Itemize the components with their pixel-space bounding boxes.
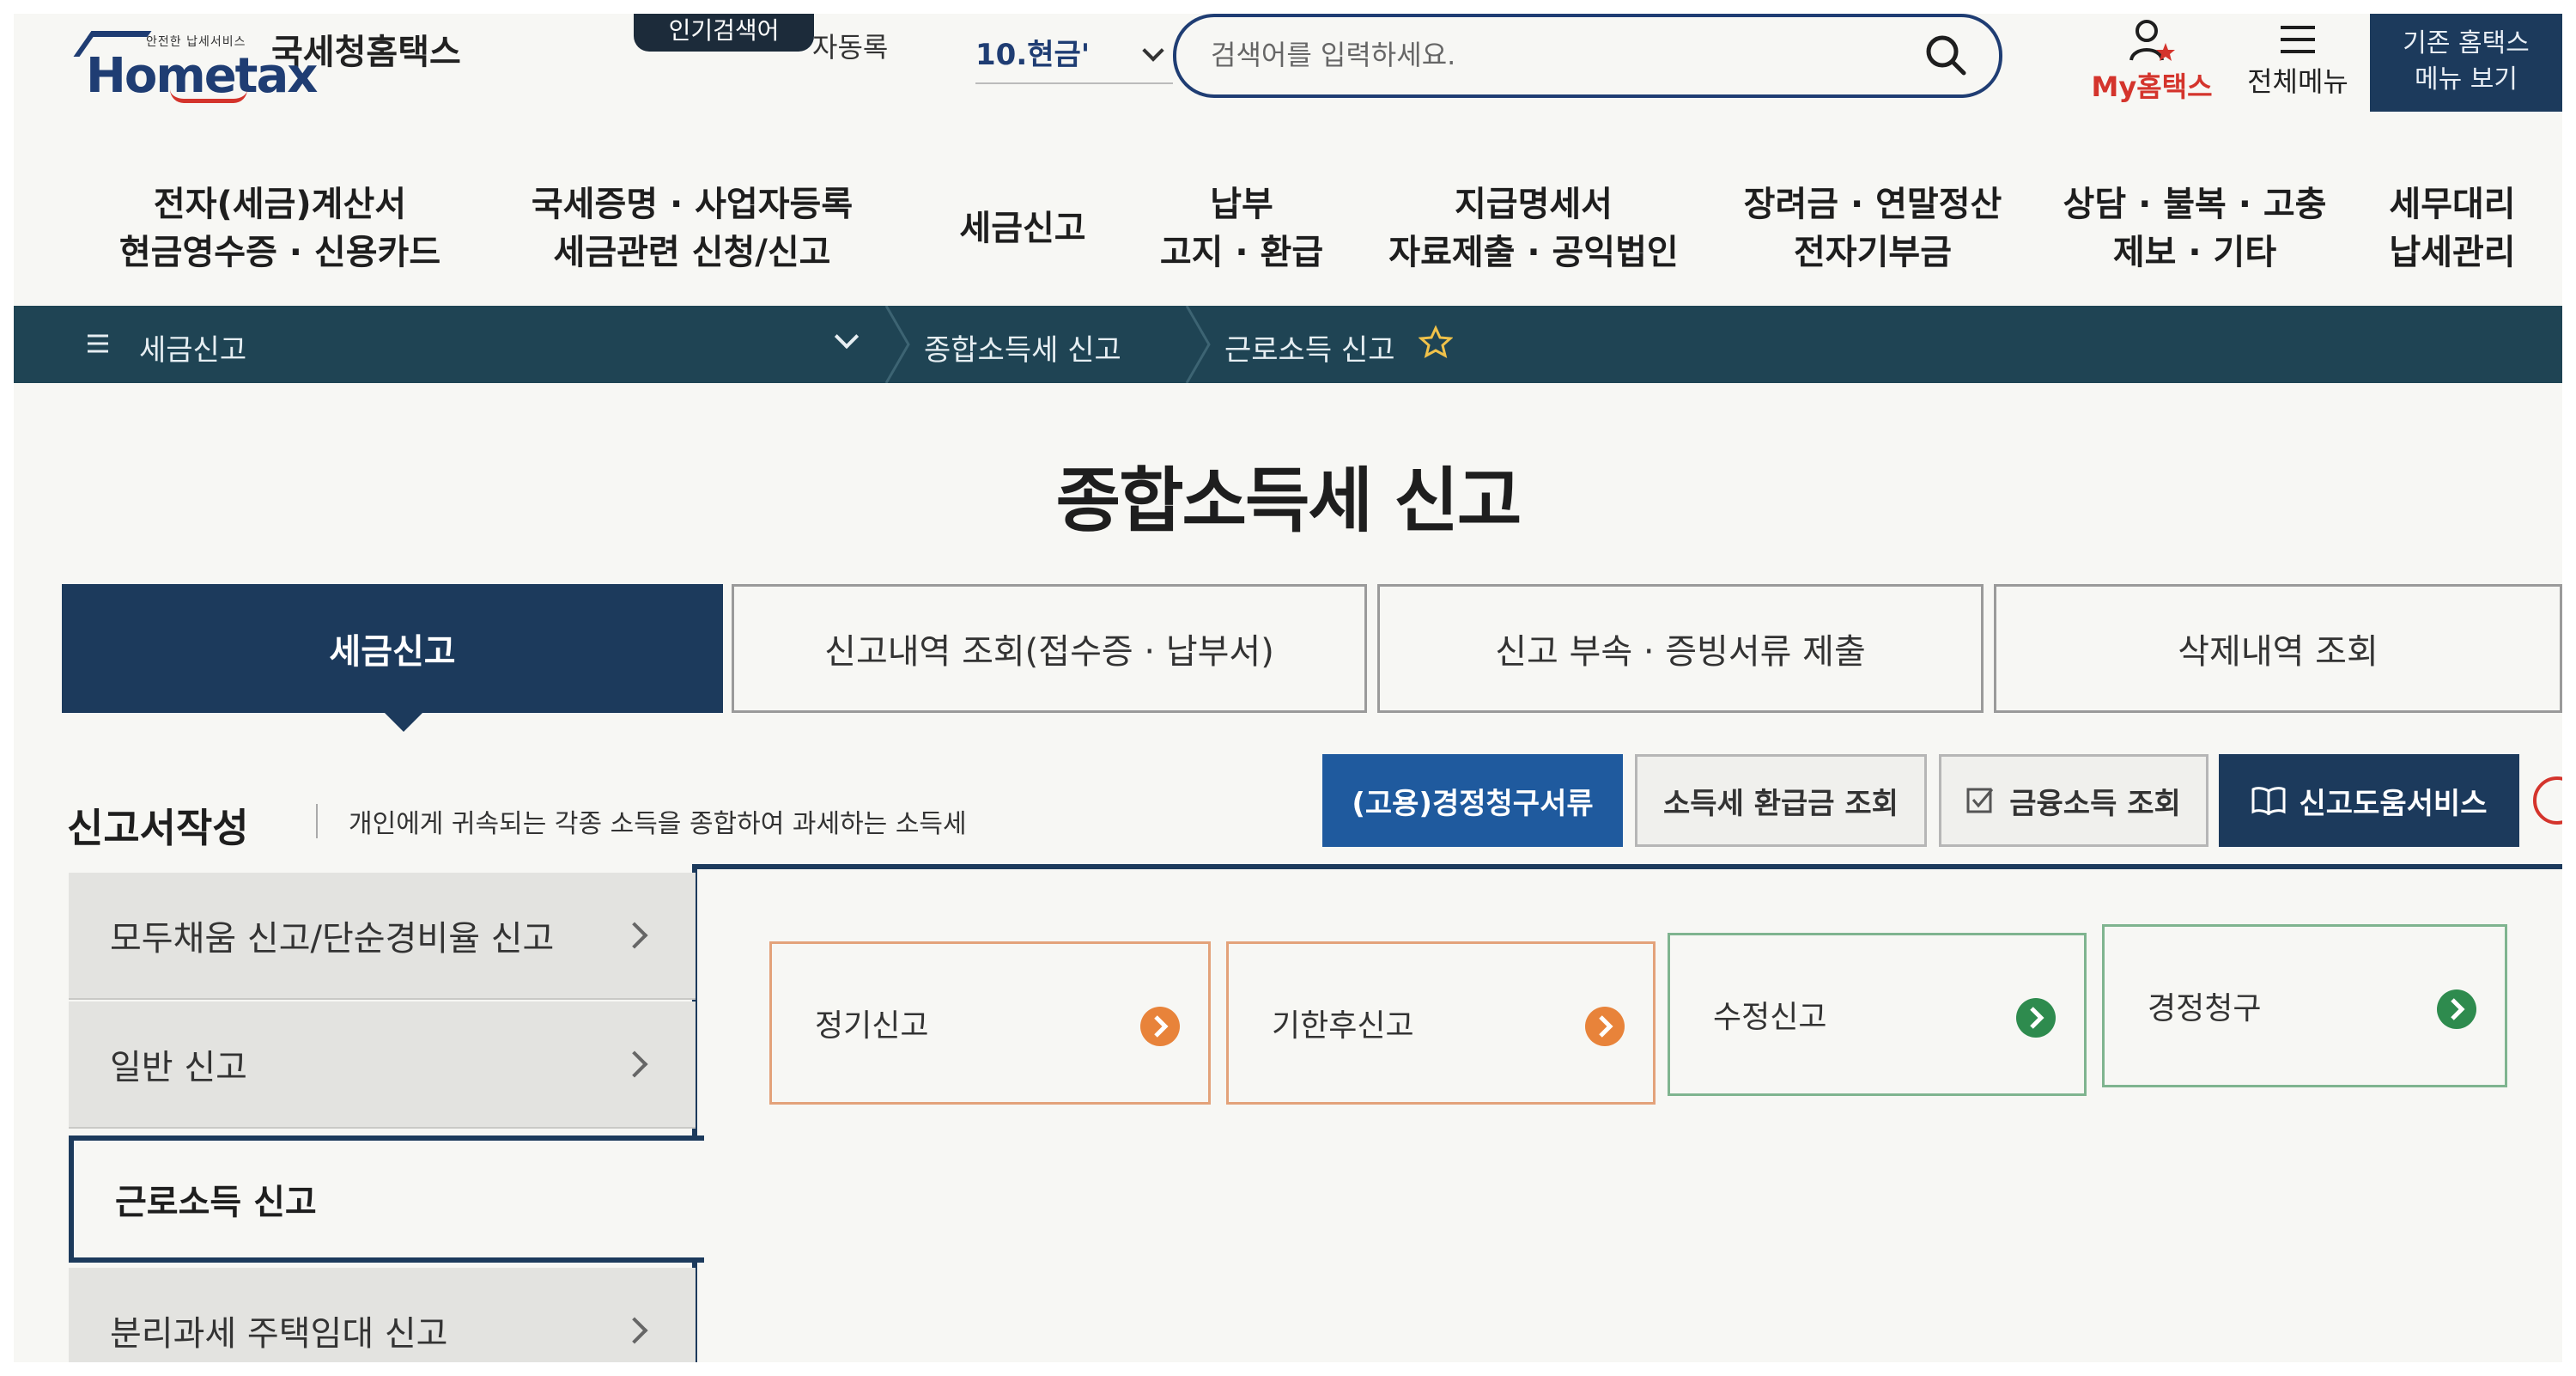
search-input[interactable] xyxy=(1211,29,1915,81)
tab-supporting-documents[interactable]: 신고 부속 · 증빙서류 제출 xyxy=(1377,584,1984,713)
nav-label-line1: 세무대리 xyxy=(2389,185,2516,224)
breadcrumb: 세금신고 종합소득세 신고 근로소득 신고 xyxy=(14,306,2562,383)
nav-label-line2: 납세관리 xyxy=(2389,233,2516,272)
user-icon xyxy=(2129,20,2175,61)
nav-payment[interactable]: 납부고지 · 환급 xyxy=(1147,160,1336,297)
correction-claim-card[interactable]: 경정청구 xyxy=(2102,924,2507,1087)
chevron-right-icon xyxy=(621,1050,648,1078)
logo-mark: 안전한 납세서비스 Hometax xyxy=(67,31,318,104)
financial-income-button[interactable]: 금융소득 조회 xyxy=(1939,754,2208,847)
book-icon xyxy=(2251,787,2286,815)
breadcrumb-separator xyxy=(1185,306,1211,383)
section-divider xyxy=(316,804,318,838)
filing-help-service-label: 신고도움서비스 xyxy=(2299,786,2488,821)
sidebar-item-label: 분리과세 주택임대 신고 xyxy=(110,1314,448,1354)
nav-label-line1: 지급명세서 xyxy=(1454,185,1613,224)
nav-label-line2: 현금영수증 · 신용카드 xyxy=(118,233,441,272)
nav-label-line2: 제보 · 기타 xyxy=(2112,233,2277,272)
filing-card-label: 정기신고 xyxy=(815,1008,929,1044)
help-icon[interactable] xyxy=(2531,775,2562,826)
filing-card-label: 기한후신고 xyxy=(1272,1008,1414,1044)
sidebar-item-prefilled-filing[interactable]: 모두채움 신고/단순경비율 신고 xyxy=(69,873,696,1000)
correction-documents-button[interactable]: (고용)경정청구서류 xyxy=(1322,754,1623,847)
sidebar-item-label: 근로소득 신고 xyxy=(115,1183,317,1222)
breadcrumb-tax-filing[interactable]: 세금신고 xyxy=(139,326,246,368)
nav-label-line1: 장려금 · 연말정산 xyxy=(1743,185,2002,224)
checkbox-icon xyxy=(1966,788,1994,813)
nav-label-line1: 국세증명 · 사업자등록 xyxy=(531,185,854,224)
sidebar-item-general-filing[interactable]: 일반 신고 xyxy=(69,1002,696,1129)
nav-incentives[interactable]: 장려금 · 연말정산전자기부금 xyxy=(1731,160,2014,297)
all-menu-button[interactable]: 전체메뉴 xyxy=(2229,14,2366,100)
sidebar-item-label: 일반 신고 xyxy=(110,1048,247,1087)
correction-documents-label: (고용)경정청구서류 xyxy=(1352,786,1594,821)
nav-label-line1: 납부 xyxy=(1210,185,1273,224)
section-description: 개인에게 귀속되는 각종 소득을 종합하여 과세하는 소득세 xyxy=(349,809,967,839)
nav-label-line2: 고지 · 환급 xyxy=(1159,233,1324,272)
chevron-down-icon[interactable] xyxy=(834,324,860,350)
hamburger-icon xyxy=(2281,26,2315,53)
nav-label-line1: 세금신고 xyxy=(959,209,1086,248)
favorite-star-icon[interactable] xyxy=(1419,325,1453,359)
amended-filing-card[interactable]: 수정신고 xyxy=(1668,933,2087,1096)
old-hometax-line2: 메뉴 보기 xyxy=(2415,64,2518,94)
old-hometax-button[interactable]: 기존 홈택스 메뉴 보기 xyxy=(2370,14,2562,112)
breadcrumb-separator xyxy=(884,306,910,383)
filing-card-label: 수정신고 xyxy=(1713,1000,1827,1035)
regular-filing-card[interactable]: 정기신고 xyxy=(769,941,1211,1105)
breadcrumb-earned-income: 근로소득 신고 xyxy=(1224,333,1395,368)
menu-icon[interactable] xyxy=(86,332,110,356)
nav-label-line1: 전자(세금)계산서 xyxy=(153,185,407,224)
nav-label-line2: 세금관련 신청/신고 xyxy=(553,233,831,272)
nav-payment-statements[interactable]: 지급명세서자료제출 · 공익법인 xyxy=(1379,160,1688,297)
search-box xyxy=(1173,14,2002,98)
breadcrumb-comprehensive-income[interactable]: 종합소득세 신고 xyxy=(924,326,1121,368)
tab-tax-filing[interactable]: 세금신고 xyxy=(62,584,723,713)
logo-subtitle: 안전한 납세서비스 xyxy=(146,35,246,49)
nav-label-line2: 전자기부금 xyxy=(1794,233,1952,272)
refund-lookup-button[interactable]: 소득세 환급금 조회 xyxy=(1635,754,1927,847)
autocomplete-label: 자동록 xyxy=(812,31,889,64)
popular-search-badge[interactable]: 인기검색어 xyxy=(634,14,814,52)
my-hometax-label: My홈택스 xyxy=(2091,70,2213,103)
site-header: 안전한 납세서비스 Hometax 국세청홈택스 인기검색어 자동록 10.현금… xyxy=(14,14,2562,151)
tab-filing-history[interactable]: 신고내역 조회(접수증 · 납부서) xyxy=(732,584,1367,713)
active-tab-pointer xyxy=(383,711,424,732)
popular-search-rank-select[interactable]: 10.현금' xyxy=(975,21,1173,84)
main-navigation: 전자(세금)계산서현금영수증 · 신용카드 국세증명 · 사업자등록세금관련 신… xyxy=(14,160,2562,297)
search-icon[interactable] xyxy=(1923,33,1968,77)
nav-e-invoice[interactable]: 전자(세금)계산서현금영수증 · 신용카드 xyxy=(100,160,460,297)
arrow-right-circle-icon xyxy=(2016,998,2056,1038)
all-menu-label: 전체메뉴 xyxy=(2247,65,2348,98)
old-hometax-line1: 기존 홈택스 xyxy=(2403,28,2530,58)
browser-viewport: 안전한 납세서비스 Hometax 국세청홈택스 인기검색어 자동록 10.현금… xyxy=(14,14,2562,1362)
chevron-right-icon xyxy=(621,922,648,949)
hometax-logo[interactable]: 안전한 납세서비스 Hometax 국세청홈택스 xyxy=(67,14,461,104)
sidebar-item-housing-rental[interactable]: 분리과세 주택임대 신고 xyxy=(69,1268,696,1362)
arrow-right-circle-icon xyxy=(2437,989,2476,1029)
sidebar-item-earned-income[interactable]: 근로소득 신고 xyxy=(69,1136,704,1263)
tab-deleted-history[interactable]: 삭제내역 조회 xyxy=(1994,584,2562,713)
nav-tax-filing[interactable]: 세금신고 xyxy=(915,160,1130,297)
chevron-down-icon xyxy=(1142,40,1164,62)
arrow-right-circle-icon xyxy=(1140,1007,1180,1046)
chevron-right-icon xyxy=(621,1317,648,1344)
nav-label-line1: 상담 · 불복 · 고충 xyxy=(2063,185,2327,224)
my-hometax-link[interactable]: My홈택스 xyxy=(2075,14,2229,103)
sidebar-item-label: 모두채움 신고/단순경비율 신고 xyxy=(110,919,555,959)
financial-income-label: 금융소득 조회 xyxy=(2009,786,2181,821)
late-filing-card[interactable]: 기한후신고 xyxy=(1226,941,1656,1105)
filing-card-label: 경정청구 xyxy=(2148,991,2262,1026)
section-title: 신고서작성 xyxy=(67,805,249,851)
filing-help-service-button[interactable]: 신고도움서비스 xyxy=(2219,754,2519,847)
arrow-right-circle-icon xyxy=(1585,1007,1625,1046)
nav-label-line2: 자료제출 · 공익법인 xyxy=(1388,233,1679,272)
nav-consultation[interactable]: 상담 · 불복 · 고충제보 · 기타 xyxy=(2057,160,2332,297)
page-title: 종합소득세 신고 xyxy=(1055,460,1522,542)
logo-swoosh xyxy=(170,89,247,103)
nav-certificates[interactable]: 국세증명 · 사업자등록세금관련 신청/신고 xyxy=(503,160,881,297)
nav-tax-agent[interactable]: 세무대리납세관리 xyxy=(2366,160,2538,297)
rank-value: 10.현금' xyxy=(975,37,1091,72)
refund-lookup-label: 소득세 환급금 조회 xyxy=(1663,786,1899,821)
